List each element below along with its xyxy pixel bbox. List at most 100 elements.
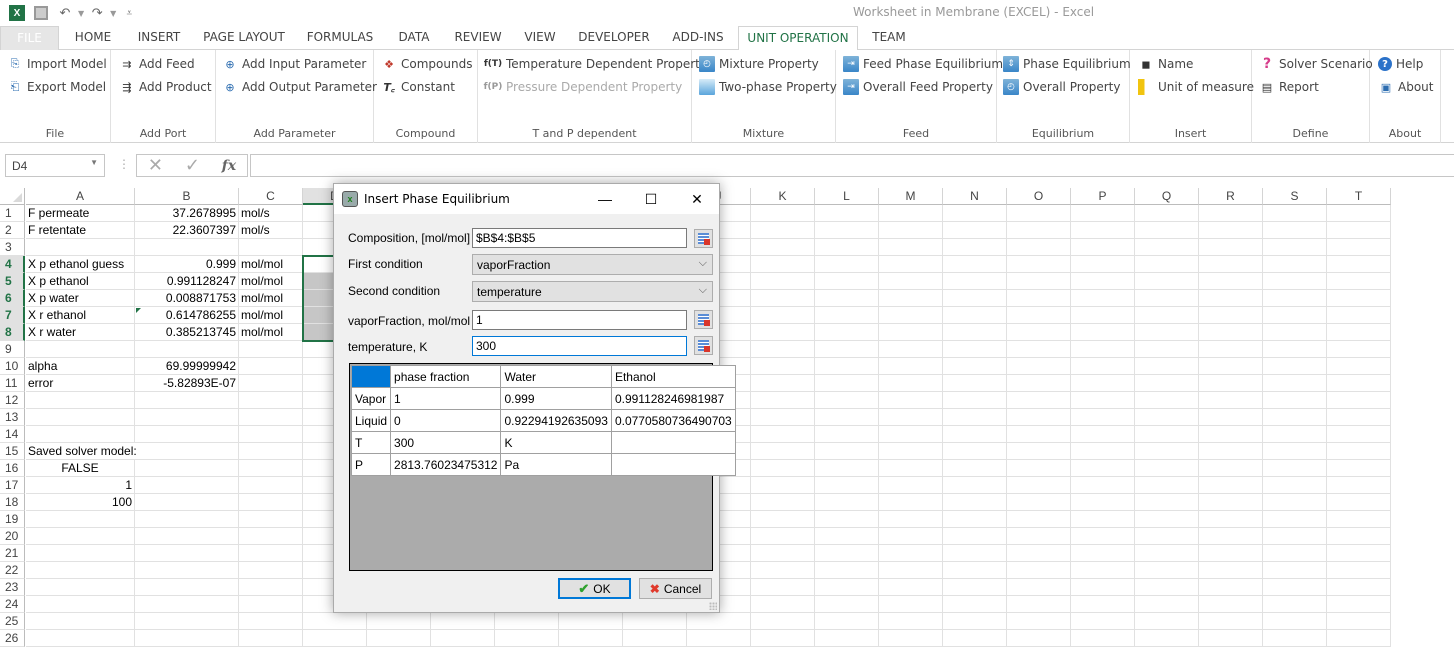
cell-m20[interactable] [879, 528, 943, 545]
row-header-24[interactable]: 24 [0, 596, 25, 613]
cell-p15[interactable] [1071, 443, 1135, 460]
cell-a10[interactable]: alpha [26, 358, 135, 375]
cell-o2[interactable] [1007, 222, 1071, 239]
cell-c5[interactable]: mol/mol [239, 273, 303, 290]
tab-add-ins[interactable]: ADD-INS [666, 26, 730, 50]
cell-b23[interactable] [135, 579, 239, 596]
cell-s25[interactable] [1263, 613, 1327, 630]
cell-b4[interactable]: 0.999 [135, 256, 239, 273]
cell-b20[interactable] [135, 528, 239, 545]
cell-n1[interactable] [943, 205, 1007, 222]
cell-l18[interactable] [815, 494, 879, 511]
cell-n23[interactable] [943, 579, 1007, 596]
cell-o9[interactable] [1007, 341, 1071, 358]
cell-r14[interactable] [1199, 426, 1263, 443]
cell-n21[interactable] [943, 545, 1007, 562]
cell-q3[interactable] [1135, 239, 1199, 256]
cell-k24[interactable] [751, 596, 815, 613]
tab-review[interactable]: REVIEW [448, 26, 508, 50]
cell-c19[interactable] [239, 511, 303, 528]
cell-r22[interactable] [1199, 562, 1263, 579]
add-input-parameter-button[interactable]: ⊕ Add Input Parameter [222, 54, 366, 74]
cell-b14[interactable] [135, 426, 239, 443]
composition-range-select-button[interactable] [694, 229, 713, 248]
compounds-button[interactable]: ❖ Compounds [381, 54, 472, 74]
cell-n14[interactable] [943, 426, 1007, 443]
column-header-n[interactable]: N [943, 188, 1007, 205]
cell-n24[interactable] [943, 596, 1007, 613]
redo-dropdown-icon[interactable]: ▼ [110, 9, 116, 18]
cell-r15[interactable] [1199, 443, 1263, 460]
cell-r3[interactable] [1199, 239, 1263, 256]
name-box[interactable]: D4 ▼ [5, 154, 105, 177]
cell-l8[interactable] [815, 324, 879, 341]
cell-t9[interactable] [1327, 341, 1391, 358]
cell-k4[interactable] [751, 256, 815, 273]
cell-r11[interactable] [1199, 375, 1263, 392]
cell-s3[interactable] [1263, 239, 1327, 256]
name-box-dropdown-icon[interactable]: ▼ [90, 158, 98, 167]
cell-n10[interactable] [943, 358, 1007, 375]
cell-l24[interactable] [815, 596, 879, 613]
cell-d25[interactable] [303, 613, 367, 630]
cell-q4[interactable] [1135, 256, 1199, 273]
row-header-11[interactable]: 11 [0, 375, 25, 392]
cell-m23[interactable] [879, 579, 943, 596]
cell-c12[interactable] [239, 392, 303, 409]
cell-t4[interactable] [1327, 256, 1391, 273]
cell-c7[interactable]: mol/mol [239, 307, 303, 324]
cell-l23[interactable] [815, 579, 879, 596]
cell-o21[interactable] [1007, 545, 1071, 562]
cell-a2[interactable]: F retentate [26, 222, 135, 239]
cell-r21[interactable] [1199, 545, 1263, 562]
cell-r24[interactable] [1199, 596, 1263, 613]
second-condition-select[interactable]: temperature ⌵ [472, 281, 713, 302]
cell-q22[interactable] [1135, 562, 1199, 579]
unit-of-measure-button[interactable]: Unit of measure [1138, 77, 1254, 97]
cell-s20[interactable] [1263, 528, 1327, 545]
column-header-t[interactable]: T [1327, 188, 1391, 205]
cell-l15[interactable] [815, 443, 879, 460]
cell-s13[interactable] [1263, 409, 1327, 426]
cell-c1[interactable]: mol/s [239, 205, 303, 222]
resize-grip[interactable] [709, 602, 717, 610]
cell-t14[interactable] [1327, 426, 1391, 443]
row-header-7[interactable]: 7 [0, 307, 25, 324]
cell-k25[interactable] [751, 613, 815, 630]
row-header-10[interactable]: 10 [0, 358, 25, 375]
cell-o19[interactable] [1007, 511, 1071, 528]
cell-b7[interactable]: 0.614786255 [135, 307, 239, 324]
cell-s7[interactable] [1263, 307, 1327, 324]
cell-n11[interactable] [943, 375, 1007, 392]
cell-s8[interactable] [1263, 324, 1327, 341]
cell-k26[interactable] [751, 630, 815, 647]
tab-data[interactable]: DATA [390, 26, 438, 50]
cell-q13[interactable] [1135, 409, 1199, 426]
cell-a4[interactable]: X p ethanol guess [26, 256, 135, 273]
cell-a1[interactable]: F permeate [26, 205, 135, 222]
column-header-k[interactable]: K [751, 188, 815, 205]
cell-m18[interactable] [879, 494, 943, 511]
cell-o23[interactable] [1007, 579, 1071, 596]
vapor-fraction-range-select-button[interactable] [694, 310, 713, 329]
cell-r23[interactable] [1199, 579, 1263, 596]
maximize-button[interactable]: ☐ [628, 184, 674, 214]
cell-t19[interactable] [1327, 511, 1391, 528]
cell-t1[interactable] [1327, 205, 1391, 222]
temperature-dependent-property-button[interactable]: f(T) Temperature Dependent Property [484, 54, 707, 74]
cell-b8[interactable]: 0.385213745 [135, 324, 239, 341]
cell-k9[interactable] [751, 341, 815, 358]
cell-n13[interactable] [943, 409, 1007, 426]
cell-r13[interactable] [1199, 409, 1263, 426]
cell-n16[interactable] [943, 460, 1007, 477]
cell-r16[interactable] [1199, 460, 1263, 477]
cell-n18[interactable] [943, 494, 1007, 511]
cell-l13[interactable] [815, 409, 879, 426]
cell-p6[interactable] [1071, 290, 1135, 307]
cell-q14[interactable] [1135, 426, 1199, 443]
cell-m24[interactable] [879, 596, 943, 613]
undo-icon[interactable]: ↶ [54, 3, 76, 23]
cell-s15[interactable] [1263, 443, 1327, 460]
cell-q24[interactable] [1135, 596, 1199, 613]
cell-k23[interactable] [751, 579, 815, 596]
